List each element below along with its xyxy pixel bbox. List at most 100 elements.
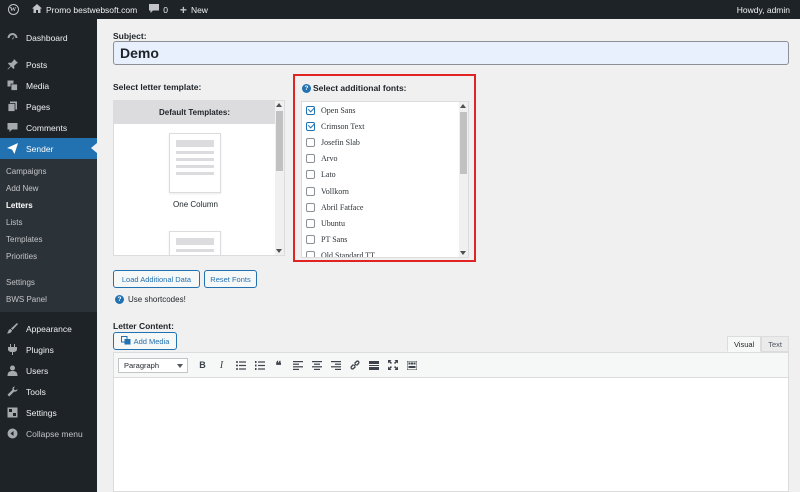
sidebar-item-comments[interactable]: Comments	[0, 117, 97, 138]
font-option[interactable]: Lato	[302, 167, 459, 183]
submenu-campaigns[interactable]: Campaigns	[0, 163, 97, 180]
link-icon[interactable]	[346, 357, 363, 374]
read-more-icon[interactable]	[365, 357, 382, 374]
font-checkbox[interactable]	[306, 121, 315, 131]
sidebar-item-media[interactable]: Media	[0, 75, 97, 96]
tab-visual[interactable]: Visual	[726, 336, 762, 352]
load-additional-data-button[interactable]: Load Additional Data	[113, 270, 200, 288]
font-option[interactable]: Abril Fatface	[302, 199, 459, 215]
font-checkbox[interactable]	[306, 137, 315, 147]
sidebar-item-sender[interactable]: Sender	[0, 138, 97, 159]
help-icon[interactable]: ?	[115, 295, 124, 304]
template-label: Select letter template:	[113, 82, 202, 92]
font-checkbox[interactable]	[306, 105, 315, 115]
scroll-up-arrow-icon[interactable]	[276, 103, 282, 107]
template-second-thumbnail[interactable]	[169, 231, 221, 255]
font-option[interactable]: Old Standard TT	[302, 248, 459, 257]
submenu-add-new[interactable]: Add New	[0, 180, 97, 197]
font-option-label: Arvo	[321, 154, 338, 164]
font-option[interactable]: Open Sans	[302, 102, 459, 118]
tab-text[interactable]: Text	[761, 336, 789, 352]
bold-icon[interactable]: B	[194, 357, 211, 374]
template-one-column-thumbnail[interactable]	[169, 133, 221, 193]
reset-fonts-button[interactable]: Reset Fonts	[204, 270, 257, 288]
sidebar-collapse-menu[interactable]: Collapse menu	[0, 423, 97, 444]
sidebar-item-settings[interactable]: Settings	[0, 402, 97, 423]
scroll-down-arrow-icon[interactable]	[460, 251, 466, 255]
sidebar-item-plugins[interactable]: Plugins	[0, 339, 97, 360]
new-content-link[interactable]: + New	[174, 0, 214, 19]
plugin-icon	[6, 344, 18, 356]
home-icon	[32, 4, 42, 15]
font-option-label: Ubuntu	[321, 218, 345, 228]
font-option-label: Vollkorn	[321, 186, 349, 196]
align-center-icon[interactable]	[308, 357, 325, 374]
user-greeting[interactable]: Howdy, admin	[731, 0, 800, 19]
font-option-label: Abril Fatface	[321, 202, 364, 212]
font-option[interactable]: PT Sans	[302, 232, 459, 248]
additional-fonts-panel: ? Select additional fonts: Open Sans Crim…	[293, 74, 476, 262]
font-checkbox[interactable]	[306, 186, 315, 196]
editor-body[interactable]	[114, 378, 788, 491]
admin-sidebar: Dashboard Posts Media Pages Comments Sen…	[0, 19, 97, 492]
submenu-priorities[interactable]: Priorities	[0, 248, 97, 265]
toolbar-toggle-icon[interactable]	[403, 357, 420, 374]
template-scrollbar[interactable]	[275, 101, 284, 255]
wrench-icon	[6, 386, 18, 398]
fonts-scrollbar[interactable]	[459, 102, 468, 257]
font-checkbox[interactable]	[306, 235, 315, 245]
site-name-link[interactable]: Promo bestwebsoft.com	[26, 0, 143, 19]
scroll-thumb[interactable]	[276, 111, 283, 171]
comment-bubble-icon	[149, 4, 160, 15]
submenu-lists[interactable]: Lists	[0, 214, 97, 231]
font-option[interactable]: Crimson Text	[302, 118, 459, 134]
add-media-button[interactable]: Add Media	[113, 332, 177, 350]
submenu-templates[interactable]: Templates	[0, 231, 97, 248]
scroll-up-arrow-icon[interactable]	[460, 104, 466, 108]
font-checkbox[interactable]	[306, 251, 315, 257]
submenu-bws-panel[interactable]: BWS Panel	[0, 291, 97, 308]
align-right-icon[interactable]	[327, 357, 344, 374]
sidebar-item-appearance[interactable]: Appearance	[0, 318, 97, 339]
media-icon	[120, 335, 131, 347]
font-checkbox[interactable]	[306, 154, 315, 164]
fullscreen-icon[interactable]	[384, 357, 401, 374]
help-icon[interactable]: ?	[302, 83, 311, 93]
font-option[interactable]: Vollkorn	[302, 183, 459, 199]
align-left-icon[interactable]	[289, 357, 306, 374]
font-option[interactable]: Ubuntu	[302, 215, 459, 231]
font-option[interactable]: Josefin Slab	[302, 134, 459, 150]
comments-count: 0	[163, 4, 168, 15]
scroll-down-arrow-icon[interactable]	[276, 249, 282, 253]
comments-link[interactable]: 0	[143, 0, 174, 19]
submenu-letters[interactable]: Letters	[0, 197, 97, 214]
font-checkbox[interactable]	[306, 202, 315, 212]
fonts-list: Open Sans Crimson Text Josefin Slab Arvo Lat…	[301, 101, 469, 258]
sender-submenu: Campaigns Add New Letters Lists Template…	[0, 159, 97, 312]
collapse-icon	[6, 428, 18, 440]
sidebar-item-dashboard[interactable]: Dashboard	[0, 27, 97, 48]
font-option[interactable]: Arvo	[302, 151, 459, 167]
blockquote-icon[interactable]: ❝	[270, 357, 287, 374]
new-label: New	[190, 4, 208, 15]
brush-icon	[6, 323, 18, 335]
sidebar-item-pages[interactable]: Pages	[0, 96, 97, 117]
editor-toolbar: Paragraph B I ❝	[114, 353, 788, 378]
template-one-column-name[interactable]: One Column	[114, 200, 277, 209]
format-select[interactable]: Paragraph	[118, 357, 188, 373]
submenu-settings[interactable]: Settings	[0, 274, 97, 291]
font-checkbox[interactable]	[306, 218, 315, 228]
sidebar-item-tools[interactable]: Tools	[0, 381, 97, 402]
letter-content-label: Letter Content:	[113, 321, 174, 331]
shortcodes-hint: ? Use shortcodes!	[115, 295, 186, 304]
subject-input[interactable]: Demo	[113, 41, 789, 65]
wordpress-logo-icon[interactable]: W	[0, 0, 26, 19]
italic-icon[interactable]: I	[213, 357, 230, 374]
sidebar-item-posts[interactable]: Posts	[0, 54, 97, 75]
bullet-list-icon[interactable]	[232, 357, 249, 374]
numbered-list-icon[interactable]	[251, 357, 268, 374]
sidebar-item-users[interactable]: Users	[0, 360, 97, 381]
font-checkbox[interactable]	[306, 170, 315, 180]
scroll-thumb[interactable]	[460, 112, 467, 174]
user-icon	[6, 365, 18, 377]
